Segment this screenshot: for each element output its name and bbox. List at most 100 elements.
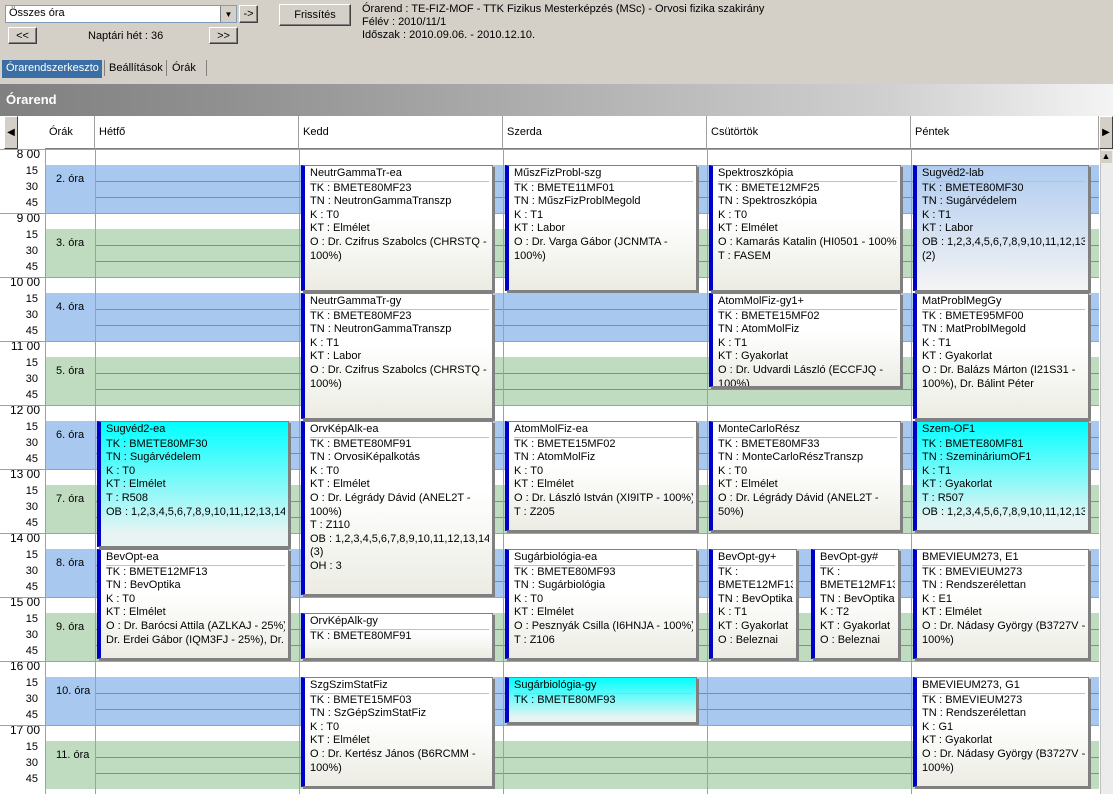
- col-header-szerda: Szerda: [503, 116, 707, 149]
- timetable-event[interactable]: NeutrGammaTr-ea TK : BMETE80MF23 TN : Neut…: [301, 165, 493, 291]
- event-detail: TN : MonteCarloRészTranszp: [718, 451, 864, 464]
- event-detail: TN : Sugárvédelem: [106, 451, 201, 464]
- timetable-event[interactable]: OrvKépAlk-ea TK : BMETE80MF91 TN : OrvosiK…: [301, 421, 493, 595]
- col-header-kedd: Kedd: [299, 116, 503, 149]
- go-button[interactable]: ->: [239, 5, 258, 23]
- minute-label: 30: [25, 181, 38, 193]
- event-title: Szem-OF1: [922, 423, 1085, 438]
- period-label: 6. óra: [56, 429, 85, 441]
- timetable-event[interactable]: AtomMolFiz-gy1+ TK : BMETE15MF02 TN : Atom…: [709, 293, 901, 387]
- hours-filter-combo[interactable]: Összes óra ▼: [5, 5, 237, 23]
- refresh-button[interactable]: Frissítés: [279, 4, 351, 26]
- event-detail: TK : BMETE12MF25: [718, 181, 820, 194]
- event-detail: K : T0: [718, 464, 748, 477]
- col-header-orak: Órák: [45, 116, 95, 149]
- scroll-left-icon[interactable]: ◀: [4, 116, 18, 149]
- timetable-event[interactable]: Sugvéd2-lab TK : BMETE80MF30 TN : Sugárvéd…: [913, 165, 1089, 291]
- period-label: 4. óra: [56, 301, 85, 313]
- event-detail: 100%): [514, 249, 546, 262]
- prev-week-button[interactable]: <<: [8, 27, 37, 44]
- timetable-event[interactable]: Spektroszkópia TK : BMETE12MF25 TN : Spekt…: [709, 165, 901, 291]
- tab-orarendszerkeszto[interactable]: Órarendszerkeszto: [2, 60, 102, 78]
- scroll-right-icon[interactable]: ▶: [1099, 116, 1113, 149]
- minute-label: 45: [25, 645, 38, 657]
- timetable-event[interactable]: BMEVIEUM273, E1 TK : BMEVIEUM273 TN : Rend…: [913, 549, 1089, 659]
- event-detail: K : T1: [718, 606, 748, 619]
- event-detail: TK : BMETE80MF33: [718, 437, 820, 450]
- tab-beallitasok[interactable]: Beállítások: [105, 60, 167, 78]
- minute-label: 30: [25, 309, 38, 321]
- timetable-event[interactable]: NeutrGammaTr-gy TK : BMETE80MF23 TN : Neut…: [301, 293, 493, 419]
- event-detail: KT : Gyakorlat: [718, 350, 789, 363]
- minute-label: 45: [25, 325, 38, 337]
- event-detail: TK : BMETE12MF13: [106, 565, 208, 578]
- event-title: MonteCarloRész: [718, 423, 897, 438]
- event-detail: O : Dr. Balázs Márton (I21S31 -: [922, 363, 1076, 376]
- event-detail: T : Z106: [514, 633, 555, 646]
- event-title: NeutrGammaTr-ea: [310, 167, 489, 182]
- timetable-info: Órarend : TE-FIZ-MOF - TTK Fizikus Meste…: [362, 3, 764, 42]
- timetable-event[interactable]: OrvKépAlk-gy TK : BMETE80MF91: [301, 613, 493, 659]
- event-detail: K : T0: [514, 592, 544, 605]
- event-detail: TK : BMETE80MF81: [922, 437, 1024, 450]
- minute-label: 30: [25, 373, 38, 385]
- timetable-event[interactable]: Szem-OF1 TK : BMETE80MF81 TN : Szeminárium…: [913, 421, 1089, 531]
- period-label: 2. óra: [56, 173, 85, 185]
- event-detail: TK : BMETE80MF23: [310, 181, 412, 194]
- timetable-event[interactable]: BevOpt-gy# TK : BMETE12MF13 TN : BevOptika K…: [811, 549, 899, 659]
- event-detail: TN : Sugárvédelem: [922, 195, 1017, 208]
- timetable-event[interactable]: Sugárbiológia-gy TK : BMETE80MF93: [505, 677, 697, 723]
- period-label: 5. óra: [56, 365, 85, 377]
- timetable-event[interactable]: BMEVIEUM273, G1 TK : BMEVIEUM273 TN : Rend…: [913, 677, 1089, 787]
- timetable-event[interactable]: Sugvéd2-ea TK : BMETE80MF30 TN : Sugárvéde…: [97, 421, 289, 547]
- timetable-grid: ◀ Órák Hétfő Kedd Szerda Csütörtök Pénte…: [0, 116, 1113, 794]
- info-timetable: Órarend : TE-FIZ-MOF - TTK Fizikus Meste…: [362, 3, 765, 15]
- event-detail: TN : BevOptika: [718, 592, 793, 605]
- timetable-event[interactable]: MonteCarloRész TK : BMETE80MF33 TN : Monte…: [709, 421, 901, 531]
- event-title: Spektroszkópia: [718, 167, 897, 182]
- timetable-event[interactable]: SzgSzimStatFiz TK : BMETE15MF03 TN : SzGép…: [301, 677, 493, 787]
- event-detail: KT : Gyakorlat: [820, 619, 891, 632]
- event-detail: (3): [310, 546, 324, 559]
- event-detail: TN : BevOptika: [106, 579, 181, 592]
- timetable-event[interactable]: AtomMolFiz-ea TK : BMETE15MF02 TN : AtomMo…: [505, 421, 697, 531]
- col-header-hetfo: Hétfő: [95, 116, 299, 149]
- event-detail: TK : BMETE15MF02: [718, 309, 820, 322]
- column-line: [707, 149, 708, 794]
- event-detail: KT : Labor: [922, 222, 974, 235]
- event-detail: K : T2: [820, 606, 850, 619]
- minute-label: 15: [25, 485, 38, 497]
- event-detail: O : Pesznyák Csilla (I6HNJA - 100%): [514, 619, 693, 632]
- event-detail: O : Dr. László István (XI9ITP - 100%): [514, 491, 693, 504]
- vertical-scrollbar[interactable]: [1100, 149, 1113, 794]
- event-detail: KT : Elmélet: [922, 606, 982, 619]
- timetable-event[interactable]: MatProblMegGy TK : BMETE95MF00 TN : MatPro…: [913, 293, 1089, 419]
- period-label: 10. óra: [56, 685, 91, 697]
- event-detail: TK : BMETE95MF00: [922, 309, 1024, 322]
- event-detail: T : Z205: [514, 505, 555, 518]
- event-detail: OB : 1,2,3,4,5,6,7,8,9,10,11,12,13,14: [106, 505, 285, 518]
- period-label: 7. óra: [56, 493, 85, 505]
- event-detail: K : T1: [922, 336, 952, 349]
- event-detail: O : Dr. Czifrus Szabolcs (CHRSTQ -: [310, 235, 487, 248]
- tab-orak[interactable]: Órák: [168, 60, 200, 78]
- event-detail: KT : Elmélet: [310, 734, 370, 747]
- timetable-event[interactable]: BevOpt-gy+ TK : BMETE12MF13 TN : BevOptika K…: [709, 549, 797, 659]
- timetable-event[interactable]: Sugárbiológia-ea TK : BMETE80MF93 TN : Sug…: [505, 549, 697, 659]
- minute-label: 45: [25, 389, 38, 401]
- period-label: 3. óra: [56, 237, 85, 249]
- timetable-event[interactable]: MűszFizProbl-szg TK : BMETE11MF01 TN : Műs…: [505, 165, 697, 291]
- minute-label: 45: [25, 453, 38, 465]
- event-detail: T : FASEM: [718, 249, 771, 262]
- scroll-up-icon[interactable]: ▲: [1100, 151, 1112, 163]
- timetable-event[interactable]: BevOpt-ea TK : BMETE12MF13 TN : BevOptika K…: [97, 549, 289, 659]
- event-detail: O : Dr. Légrády Dávid (ANEL2T -: [718, 491, 879, 504]
- event-detail: T : Z110: [310, 519, 350, 532]
- event-title: Sugárbiológia-gy: [514, 679, 693, 694]
- info-period: Időszak : 2010.09.06. - 2010.12.10.: [362, 29, 536, 41]
- event-title: OrvKépAlk-gy: [310, 615, 489, 630]
- chevron-down-icon[interactable]: ▼: [220, 6, 236, 22]
- next-week-button[interactable]: >>: [209, 27, 238, 44]
- event-detail: KT : Gyakorlat: [922, 478, 993, 491]
- event-detail: TN : AtomMolFiz: [718, 323, 800, 336]
